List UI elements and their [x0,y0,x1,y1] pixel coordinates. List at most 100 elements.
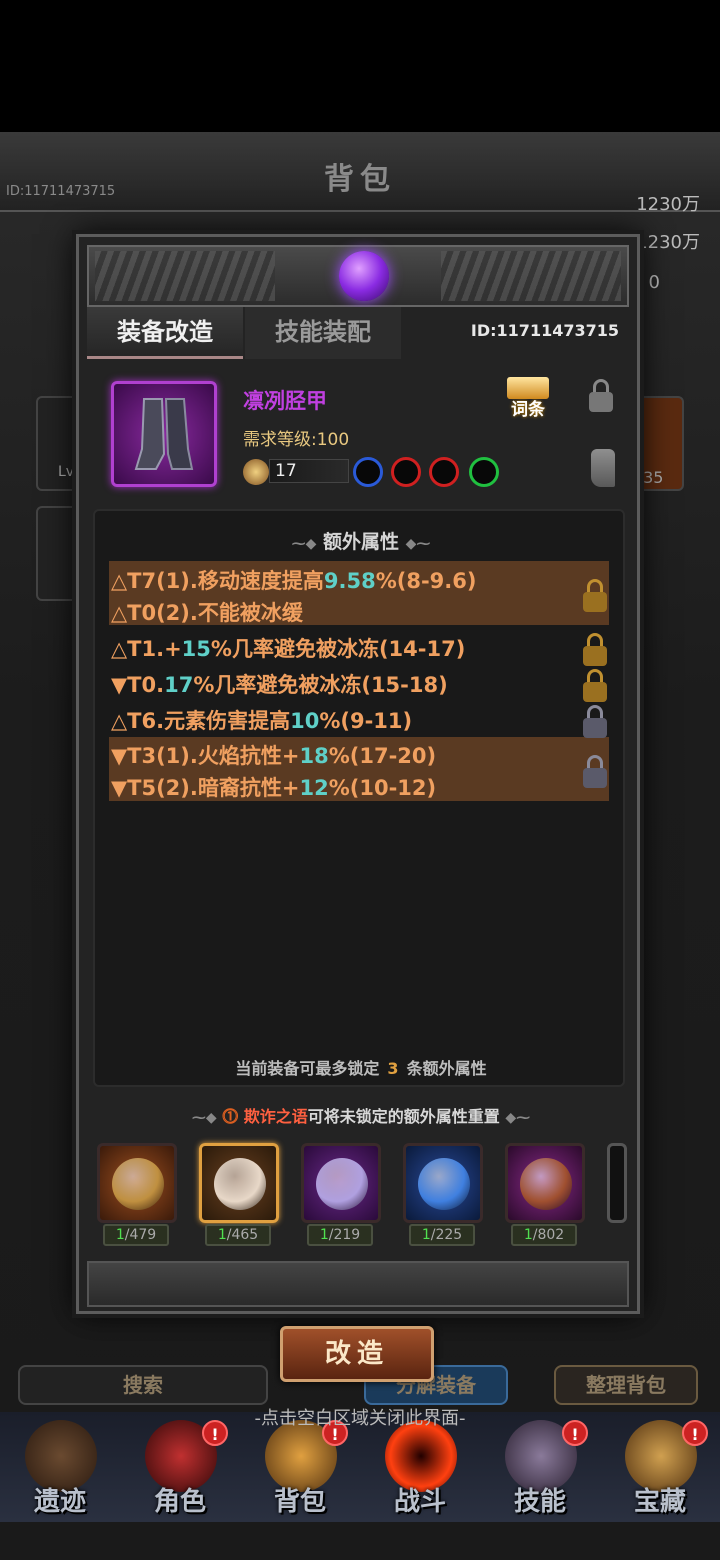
item-lock-icon[interactable] [587,379,615,413]
lock-limit-pre: 当前装备可最多锁定 [235,1059,380,1078]
attr-value: 10 [290,709,320,733]
material-count: 1/465 [205,1224,271,1246]
material-count: 1/802 [511,1224,577,1246]
attr-text: △T1.+ [111,637,182,661]
lock-limit-number: 3 [387,1059,399,1078]
attribute-row: ▼T3(1).火焰抗性+18%(17-20) [111,740,436,770]
close-hint[interactable]: -点击空白区域关闭此界面- [0,1404,720,1430]
attr-range: %几率避免被冰冻(14-17) [210,637,466,661]
lock-limit-post: 条额外属性 [406,1059,487,1078]
nav-label: 宝藏 [633,1487,686,1517]
attributes-title: ⁓◆ 额外属性 ◆⁓ [291,531,431,553]
attr-text: ▼T0. [111,673,165,697]
twin-masks-icon [214,1158,266,1210]
equipment-forge-dialog: 装备改造 技能装配 ID:11711473715 凛冽胫甲 需求等级:100 1… [76,234,640,1314]
attr-range: %几率避免被冰冻(15-18) [193,673,448,697]
material-slot-partial[interactable] [607,1143,627,1223]
slot-level: Lv [58,464,75,480]
gem-socket[interactable] [429,457,459,487]
attr-value: 18 [299,744,329,768]
dialog-bottom-frame [87,1261,629,1307]
item-icon-frame[interactable] [111,381,217,487]
attr-value: 17 [164,673,194,697]
extra-attributes-panel: ⁓◆ 额外属性 ◆⁓ △T7(1).移动速度提高9.58%(8-9.6) △T0… [93,509,625,1087]
count-have: 1 [319,1227,329,1243]
forge-button[interactable]: 改造 [280,1326,434,1382]
count-total: /219 [328,1227,361,1243]
material-slot[interactable] [301,1143,381,1223]
dialog-top-frame [87,245,629,307]
boot-slot-icon [591,449,615,487]
tab-equipment-forge[interactable]: 装备改造 [87,307,243,359]
attr-value: 12 [299,776,329,800]
attribute-unlock-icon[interactable] [581,705,609,739]
attr-text: ▼T5(2).暗裔抗性+ [111,776,300,800]
item-required-level: 需求等级:100 [243,430,350,450]
material-hint-text: 可将未锁定的额外属性重置 [307,1107,500,1126]
third-currency: 0 [648,272,660,293]
slot-value: .35 [638,468,664,487]
attribute-lock-icon[interactable] [581,579,609,613]
count-have: 1 [217,1227,227,1243]
attr-value: 15 [181,637,211,661]
gold-amount: 1230万 [636,194,700,215]
player-id: ID:11711473715 [6,184,116,199]
material-slot-selected[interactable] [199,1143,279,1223]
material-name: 欺诈之语 [243,1107,308,1126]
attr-range: %(17-20) [328,744,437,768]
crystal-ore-icon [316,1158,368,1210]
gear-score-value: 17 [275,461,297,481]
entry-button[interactable]: 词条 [501,375,555,421]
count-have: 1 [523,1227,533,1243]
count-total: /465 [226,1227,259,1243]
dragon-egg-icon [520,1158,572,1210]
count-total: /225 [430,1227,463,1243]
count-total: /479 [124,1227,157,1243]
lock-limit-text: 当前装备可最多锁定 3 条额外属性 [95,1055,627,1079]
gem-socket[interactable] [391,457,421,487]
attribute-row: △T0(2).不能被冰缓 [111,597,303,627]
nav-label: 背包 [273,1487,326,1517]
gargoyle-left-decoration [95,251,275,301]
attribute-unlock-icon[interactable] [581,755,609,789]
attr-range: %(8-9.6) [375,569,477,593]
seal-orb-icon [112,1158,164,1210]
purple-orb-icon [339,251,389,301]
attr-text: △T6.元素伤害提高 [111,709,291,733]
material-count: 1/219 [307,1224,373,1246]
material-slot[interactable] [505,1143,585,1223]
attribute-row: △T1.+15%几率避免被冰冻(14-17) [111,633,465,663]
gargoyle-right-decoration [441,251,621,301]
attribute-row: △T6.元素伤害提高10%(9-11) [111,705,412,735]
material-slot[interactable] [403,1143,483,1223]
attribute-row: ▼T0.17%几率避免被冰冻(15-18) [111,669,448,699]
gear-score-icon [243,459,269,485]
gem-socket[interactable] [353,457,383,487]
nav-label: 技能 [513,1487,566,1517]
bag-title: 背包 [324,162,396,197]
tab-skill-equip[interactable]: 技能装配 [245,307,401,359]
material-hint: ⁓◆ ⓵ 欺诈之语可将未锁定的额外属性重置 ◆⁓ [191,1107,531,1126]
dialog-player-id: ID:11711473715 [470,321,619,340]
material-count: 1/225 [409,1224,475,1246]
bag-header: 背包 ID:11711473715 [0,132,720,212]
greaves-icon [134,398,194,470]
attr-text: △T7(1).移动速度提高 [111,569,324,593]
count-have: 1 [421,1227,431,1243]
attribute-lock-icon[interactable] [581,669,609,703]
nav-label: 战斗 [393,1487,446,1517]
material-slot[interactable] [97,1143,177,1223]
nav-label: 角色 [153,1487,206,1517]
attr-text: ▼T3(1).火焰抗性+ [111,744,300,768]
attr-value: 9.58 [323,569,376,593]
nav-label: 遗迹 [33,1487,86,1517]
entry-label: 词条 [511,400,545,420]
diamond-amount: 1230万 [636,232,700,253]
attribute-row: ▼T5(2).暗裔抗性+12%(10-12) [111,772,436,802]
count-have: 1 [115,1227,125,1243]
gem-socket[interactable] [469,457,499,487]
sort-bag-button[interactable]: 整理背包 [554,1365,698,1405]
attribute-lock-icon[interactable] [581,633,609,667]
search-input[interactable]: 搜索 [18,1365,268,1405]
attr-range: %(9-11) [319,709,413,733]
